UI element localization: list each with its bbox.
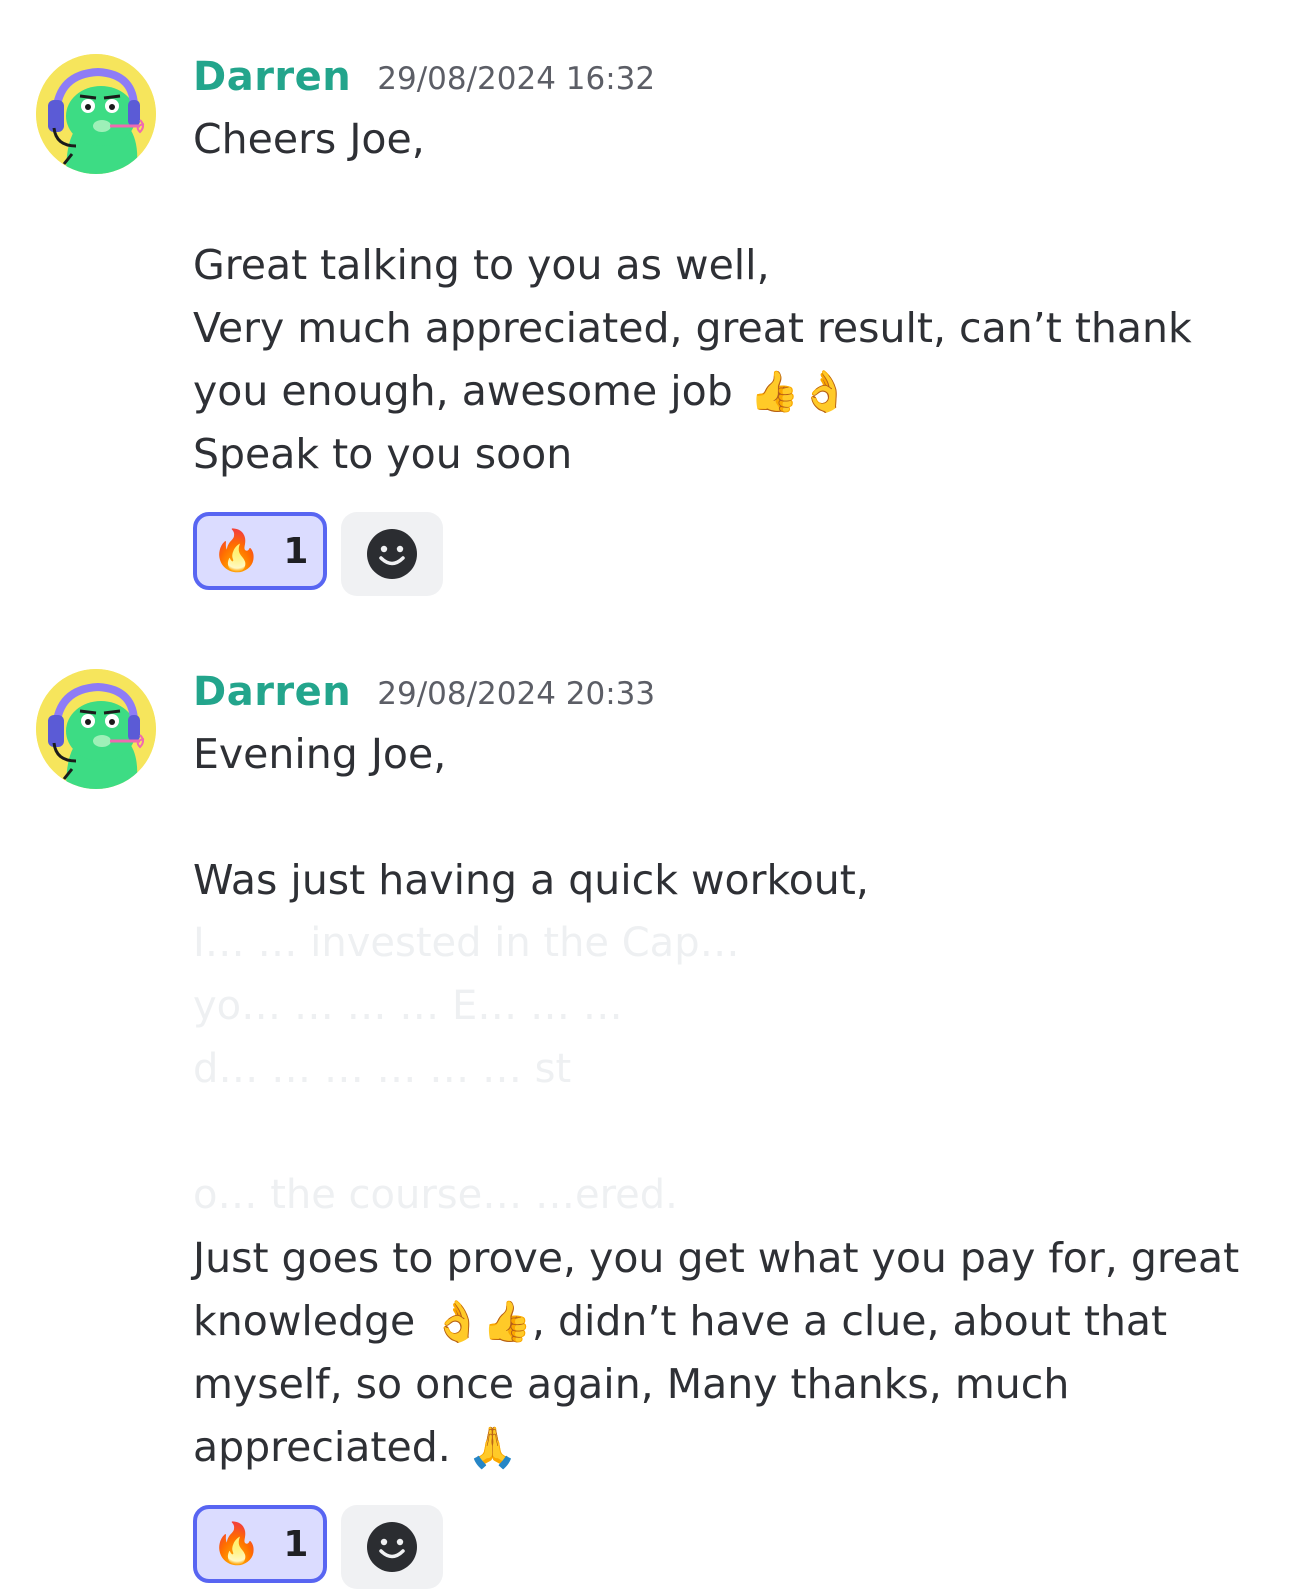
message-line: Cheers Joe,	[193, 115, 425, 163]
username[interactable]: Darren	[193, 54, 351, 100]
message-line: Just goes to prove, you get what you pay…	[193, 1234, 1240, 1282]
add-reaction-button[interactable]	[341, 512, 443, 596]
redacted-line: d… … … … … … st	[193, 1046, 572, 1092]
message-line: Was just having a quick workout,	[193, 856, 869, 904]
timestamp: 29/08/2024 20:33	[377, 676, 656, 712]
reactions-bar: 🔥 1	[193, 1505, 1253, 1589]
avatar[interactable]	[36, 54, 156, 174]
smile-icon	[367, 529, 417, 579]
message-content: Darren 29/08/2024 16:32 Cheers Joe, Grea…	[193, 46, 1253, 596]
message-line: you enough, awesome job 👍👌	[193, 360, 1253, 423]
fire-icon: 🔥	[211, 1521, 262, 1567]
message-line-text: appreciated.	[193, 1423, 451, 1471]
reaction-count: 1	[283, 1523, 309, 1565]
message-line: Very much appreciated, great result, can…	[193, 304, 1192, 352]
ok-thumbs-up-emoji: 👌👍	[432, 1299, 532, 1345]
message-header: Darren 29/08/2024 20:33	[193, 661, 1253, 723]
message-line: Speak to you soon	[193, 430, 573, 478]
redacted-line: yo… … … … E… … …	[193, 983, 623, 1029]
reactions-bar: 🔥 1	[193, 512, 1253, 596]
message-line-text: , didn’t have a clue, about that	[531, 1297, 1168, 1345]
message-line: Great talking to you as well,	[193, 241, 770, 289]
reaction-count: 1	[283, 530, 309, 572]
redacted-line: I… … invested in the Cap…	[193, 920, 740, 966]
message-line	[193, 1101, 1253, 1164]
message-line	[193, 171, 1253, 234]
fire-icon: 🔥	[211, 528, 262, 574]
folded-hands-emoji: 🙏	[467, 1425, 518, 1471]
username[interactable]: Darren	[193, 669, 351, 715]
message-body: Cheers Joe, Great talking to you as well…	[193, 108, 1253, 486]
message-line: knowledge 👌👍, didn’t have a clue, about …	[193, 1290, 1253, 1353]
add-reaction-button[interactable]	[341, 1505, 443, 1589]
message-line-text: you enough, awesome job	[193, 367, 733, 415]
message-header: Darren 29/08/2024 16:32	[193, 46, 1253, 108]
message-line-text: knowledge	[193, 1297, 416, 1345]
message-body: Evening Joe, Was just having a quick wor…	[193, 723, 1253, 1479]
message-line: myself, so once again, Many thanks, much	[193, 1360, 1070, 1408]
avatar[interactable]	[36, 669, 156, 789]
timestamp: 29/08/2024 16:32	[377, 61, 656, 97]
redacted-line: o… the course… …ered.	[193, 1172, 678, 1218]
fire-reaction-button[interactable]: 🔥 1	[193, 1505, 327, 1583]
thumbs-up-ok-emoji: 👍👌	[749, 369, 850, 415]
message-content: Darren 29/08/2024 20:33 Evening Joe, Was…	[193, 661, 1253, 1589]
smile-icon	[367, 1522, 417, 1572]
message-line: Evening Joe,	[193, 730, 447, 778]
message-line	[193, 786, 1253, 849]
message-line: appreciated. 🙏	[193, 1416, 1253, 1479]
green-character-avatar-icon	[36, 54, 156, 174]
green-character-avatar-icon	[36, 669, 156, 789]
fire-reaction-button[interactable]: 🔥 1	[193, 512, 327, 590]
